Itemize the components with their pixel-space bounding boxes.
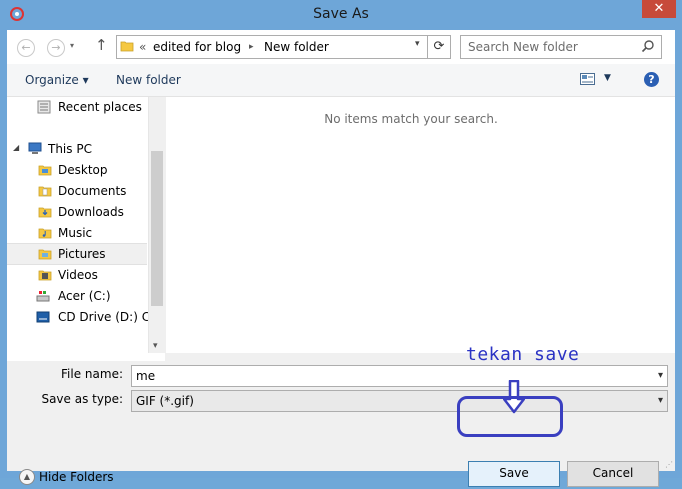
resize-grip-icon[interactable]: ⋰ bbox=[665, 460, 673, 469]
close-button[interactable]: ✕ bbox=[642, 0, 676, 18]
file-name-field[interactable]: me ▾ bbox=[131, 365, 668, 387]
file-list-area[interactable]: No items match your search. bbox=[166, 97, 675, 353]
new-folder-button[interactable]: New folder bbox=[116, 73, 181, 87]
computer-icon bbox=[28, 142, 42, 154]
refresh-button[interactable]: ⟳ bbox=[427, 36, 450, 58]
nav-pane-edge bbox=[7, 353, 165, 361]
folder-icon bbox=[38, 270, 52, 281]
drive-icon bbox=[36, 291, 50, 302]
file-name-label: File name: bbox=[61, 367, 123, 381]
recent-places-icon bbox=[37, 100, 51, 114]
save-as-type-select[interactable]: GIF (*.gif) ▾ bbox=[131, 390, 668, 412]
nav-item-label: Desktop bbox=[58, 163, 108, 177]
file-name-value[interactable]: me bbox=[136, 369, 155, 383]
annotation-text: tekan save bbox=[466, 344, 580, 365]
nav-item-videos[interactable]: Videos bbox=[7, 265, 147, 285]
folder-icon bbox=[120, 41, 134, 52]
save-as-dialog: Save As ✕ ← → ▾ ↑ « edited for blog ▸ Ne… bbox=[0, 0, 682, 487]
address-dropdown-icon[interactable]: ▾ bbox=[415, 39, 420, 49]
folder-icon bbox=[38, 228, 52, 239]
save-as-type-label: Save as type: bbox=[41, 392, 123, 406]
address-bar[interactable]: « edited for blog ▸ New folder ▾ ⟳ bbox=[116, 35, 451, 59]
file-name-dropdown-icon[interactable]: ▾ bbox=[658, 370, 663, 381]
command-toolbar: Organize ▾ New folder ▼ ? bbox=[7, 64, 675, 97]
annotation-highlight-ring bbox=[457, 396, 563, 437]
view-options-dropdown-icon[interactable]: ▼ bbox=[604, 73, 611, 83]
collapse-arrow-icon[interactable]: ◢ bbox=[13, 143, 19, 152]
nav-item-label: Pictures bbox=[58, 247, 106, 261]
dialog-client: ← → ▾ ↑ « edited for blog ▸ New folder ▾… bbox=[7, 30, 675, 487]
search-box[interactable]: Search New folder bbox=[460, 35, 662, 59]
nav-item-label: This PC bbox=[48, 142, 92, 156]
window-title: Save As bbox=[313, 6, 369, 22]
recent-locations-dropdown-icon[interactable]: ▾ bbox=[70, 41, 74, 50]
breadcrumb-item[interactable]: New folder bbox=[264, 40, 329, 54]
up-arrow-icon[interactable]: ↑ bbox=[95, 36, 108, 54]
nav-item-documents[interactable]: Documents bbox=[7, 181, 147, 201]
nav-item-label: Music bbox=[58, 226, 93, 240]
folder-icon bbox=[38, 207, 52, 218]
search-input[interactable]: Search New folder bbox=[468, 40, 578, 54]
nav-item-acer-c[interactable]: Acer (C:) bbox=[7, 286, 147, 306]
help-icon[interactable]: ? bbox=[644, 72, 659, 87]
chevron-up-icon[interactable]: ▲ bbox=[19, 469, 35, 485]
cd-drive-icon bbox=[36, 311, 50, 323]
save-form-panel: File name: me ▾ Save as type: GIF (*.gif… bbox=[7, 353, 675, 487]
save-button[interactable]: Save bbox=[468, 461, 560, 487]
nav-item-label: Videos bbox=[58, 268, 98, 282]
back-button[interactable]: ← bbox=[17, 39, 35, 57]
nav-item-label: Recent places bbox=[58, 100, 142, 114]
nav-item-recent-places[interactable]: Recent places bbox=[7, 97, 147, 117]
nav-item-music[interactable]: Music bbox=[7, 223, 147, 243]
breadcrumb-item[interactable]: edited for blog bbox=[153, 40, 241, 54]
empty-message: No items match your search. bbox=[324, 112, 498, 126]
folder-icon bbox=[38, 249, 52, 260]
change-view-icon[interactable] bbox=[580, 73, 595, 85]
nav-item-label: CD Drive (D:) Cel bbox=[58, 310, 148, 324]
nav-item-label: Documents bbox=[58, 184, 127, 198]
nav-item-pictures[interactable]: Pictures bbox=[7, 243, 147, 265]
save-as-type-value[interactable]: GIF (*.gif) bbox=[136, 394, 194, 408]
nav-item-label: Acer (C:) bbox=[58, 289, 111, 303]
organize-menu[interactable]: Organize ▾ bbox=[25, 73, 89, 87]
nav-item-desktop[interactable]: Desktop bbox=[7, 160, 147, 180]
address-bar-row: ← → ▾ ↑ « edited for blog ▸ New folder ▾… bbox=[7, 30, 675, 64]
folder-icon bbox=[38, 186, 52, 197]
navigation-pane[interactable]: Recent places ◢ This PC Desktop Document… bbox=[7, 97, 148, 353]
nav-item-this-pc[interactable]: ◢ This PC bbox=[7, 139, 147, 159]
nav-item-downloads[interactable]: Downloads bbox=[7, 202, 147, 222]
cancel-button[interactable]: Cancel bbox=[567, 461, 659, 487]
save-as-type-dropdown-icon[interactable]: ▾ bbox=[658, 395, 663, 406]
nav-item-cd-drive[interactable]: CD Drive (D:) Cel bbox=[7, 307, 148, 327]
title-bar[interactable]: Save As ✕ bbox=[0, 0, 682, 30]
nav-scrollbar[interactable]: ▾ bbox=[148, 97, 166, 353]
forward-button[interactable]: → bbox=[47, 39, 65, 57]
search-icon[interactable] bbox=[641, 39, 655, 53]
scrollbar-thumb[interactable] bbox=[151, 151, 163, 306]
breadcrumb-overflow[interactable]: « bbox=[139, 40, 146, 54]
hide-folders-label: Hide Folders bbox=[39, 470, 114, 484]
nav-item-label: Downloads bbox=[58, 205, 124, 219]
scroll-down-arrow-icon[interactable]: ▾ bbox=[153, 341, 158, 351]
breadcrumb-separator-icon[interactable]: ▸ bbox=[249, 42, 254, 52]
folder-icon bbox=[38, 165, 52, 176]
